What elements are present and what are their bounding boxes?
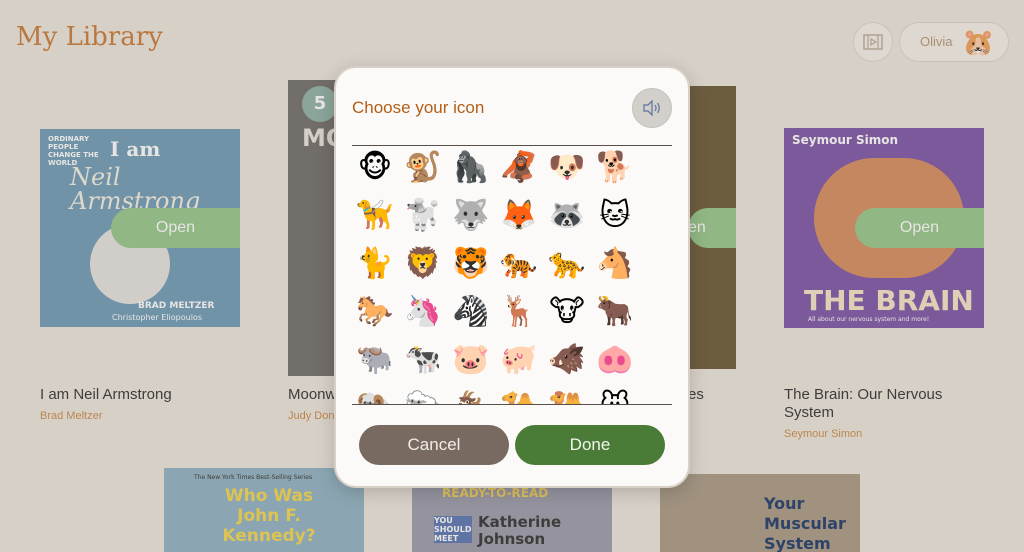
done-button[interactable]: Done (515, 425, 665, 465)
icon-option[interactable]: 🐪 (499, 388, 539, 404)
icon-option[interactable]: 🐄 (403, 340, 443, 380)
icon-option[interactable]: 🐆 (547, 244, 587, 284)
speaker-icon (643, 100, 660, 116)
icon-option[interactable]: 🐗 (547, 340, 587, 380)
cancel-button[interactable]: Cancel (359, 425, 509, 465)
icon-option[interactable]: 🦌 (499, 292, 539, 332)
icon-option[interactable]: 🦓 (451, 292, 491, 332)
icon-option[interactable]: 🐯 (451, 244, 491, 284)
icon-option[interactable]: 🦮 (355, 196, 395, 236)
icon-option[interactable]: 🐒 (403, 148, 443, 188)
icon-option[interactable]: 🦁 (403, 244, 443, 284)
icon-option[interactable]: 🐎 (355, 292, 395, 332)
icon-option[interactable]: 🐭 (595, 388, 635, 404)
icon-option[interactable]: 🐶 (547, 148, 587, 188)
icon-option[interactable]: 🐈 (355, 244, 395, 284)
icon-option[interactable]: 🐑 (403, 388, 443, 404)
icon-option[interactable]: 🦝 (547, 196, 587, 236)
icon-option[interactable]: 🦍 (451, 148, 491, 188)
bottom-divider (352, 404, 672, 405)
icon-option[interactable]: 🐴 (595, 244, 635, 284)
icon-option[interactable]: 🦊 (499, 196, 539, 236)
sound-button[interactable] (632, 88, 672, 128)
icon-option[interactable]: 🐽 (595, 340, 635, 380)
icon-option[interactable]: 🐵 (355, 148, 395, 188)
choose-icon-dialog: Choose your icon 🐵 🐒 🦍 🦧 🐶 🐕 🦮 🐩 🐺 🦊 🦝 🐱 🐈 🦁 🐯 🐅 🐆 🐴 🐎 🦄 🦓 🦌 🐮… (334, 66, 690, 488)
icon-option[interactable]: 🦄 (403, 292, 443, 332)
icon-option[interactable]: 🐐 (451, 388, 491, 404)
icon-option[interactable]: 🐃 (355, 340, 395, 380)
dialog-title: Choose your icon (352, 98, 485, 117)
icon-option[interactable]: 🐮 (547, 292, 587, 332)
icon-option[interactable]: 🐏 (355, 388, 395, 404)
icon-option[interactable]: 🐷 (451, 340, 491, 380)
icon-option[interactable]: 🐫 (547, 388, 587, 404)
icon-option[interactable]: 🦧 (499, 148, 539, 188)
icon-option[interactable]: 🐅 (499, 244, 539, 284)
icon-option[interactable]: 🐱 (595, 196, 635, 236)
icon-option[interactable]: 🐕 (595, 148, 635, 188)
icon-option[interactable]: 🐖 (499, 340, 539, 380)
icon-option[interactable]: 🐩 (403, 196, 443, 236)
icon-option[interactable]: 🐂 (595, 292, 635, 332)
icon-grid[interactable]: 🐵🐒🦍🦧🐶🐕 🦮🐩🐺🦊🦝🐱 🐈🦁🐯🐅🐆🐴 🐎🦄🦓🦌🐮🐂 🐃🐄🐷🐖🐗🐽 🐏 🐑 🐐 🐪 🐫 🐭 (352, 146, 672, 404)
icon-option[interactable]: 🐺 (451, 196, 491, 236)
